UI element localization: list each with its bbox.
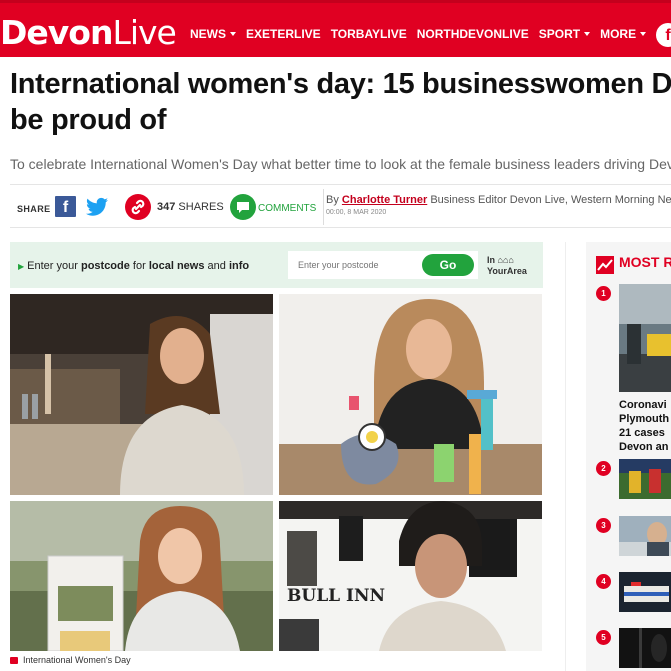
divider — [323, 189, 324, 225]
nav-item-northdevonlive[interactable]: NORTHDEVONLIVE — [417, 27, 529, 41]
twitter-icon — [86, 197, 108, 216]
site-logo[interactable]: DevonLive — [0, 13, 177, 53]
camera-icon — [10, 657, 18, 664]
nav-item-exeterlive[interactable]: EXETERLIVE — [246, 27, 321, 41]
main-nav: NEWS EXETERLIVE TORBAYLIVE NORTHDEVONLIV… — [190, 27, 647, 41]
twitter-share-button[interactable] — [86, 197, 108, 217]
chevron-down-icon — [230, 32, 236, 36]
author-link[interactable]: Charlotte Turner — [342, 194, 427, 206]
photo-baker[interactable] — [10, 501, 273, 651]
house-icon: ⌂⌂⌂ — [497, 255, 514, 265]
article-headline: International women's day: 15 businesswo… — [10, 68, 671, 136]
postcode-widget: ▶ Enter your postcode for local news and … — [10, 242, 543, 288]
photo-cafe-woman[interactable] — [10, 294, 273, 495]
story-thumbnail[interactable] — [619, 284, 671, 392]
nav-item-more[interactable]: MORE — [600, 27, 647, 41]
inyourarea-logo[interactable]: In ⌂⌂⌂ YourArea — [487, 255, 527, 277]
article-standfirst: To celebrate International Women's Day w… — [10, 156, 671, 172]
facebook-icon[interactable]: f — [656, 23, 671, 47]
most-read-story-1[interactable]: Coronavi Plymouth 21 cases Devon an — [619, 398, 669, 454]
logo-light-text: Live — [112, 13, 176, 52]
link-icon — [131, 199, 145, 215]
nav-item-sport[interactable]: SPORT — [539, 27, 591, 41]
story-thumbnail[interactable] — [619, 628, 671, 668]
svg-text:BULL INN: BULL INN — [287, 586, 385, 606]
facebook-share-button[interactable]: f — [55, 196, 76, 217]
site-header: DevonLive NEWS EXETERLIVE TORBAYLIVE NOR… — [0, 0, 671, 57]
share-bar: SHARE f 347 SHARES COMMENTS By Charlotte… — [10, 184, 671, 228]
comments-label[interactable]: COMMENTS — [258, 203, 316, 214]
comments-button[interactable] — [230, 194, 256, 220]
postcode-go-button[interactable]: Go — [422, 254, 474, 276]
share-label: SHARE — [17, 204, 51, 214]
most-read-sidebar: MOST R 1 Coronavi Plymouth 21 cases Devon a… — [586, 242, 671, 671]
arrow-right-icon: ▶ — [18, 262, 25, 271]
copy-link-button[interactable] — [125, 194, 151, 220]
rank-badge: 1 — [596, 286, 611, 301]
byline: By Charlotte Turner Business Editor Devo… — [326, 194, 671, 206]
rank-badge: 2 — [596, 461, 611, 476]
postcode-prompt: ▶ Enter your postcode for local news and … — [18, 260, 250, 272]
nav-item-news[interactable]: NEWS — [190, 27, 236, 41]
story-thumbnail[interactable] — [619, 516, 671, 556]
story-thumbnail[interactable] — [619, 572, 671, 612]
chevron-down-icon — [640, 32, 647, 36]
rank-badge: 5 — [596, 630, 611, 645]
rank-badge: 3 — [596, 518, 611, 533]
story-thumbnail[interactable] — [619, 459, 671, 499]
chevron-down-icon — [584, 32, 591, 36]
comment-icon — [237, 202, 249, 213]
photo-toy-maker[interactable] — [279, 294, 542, 495]
logo-bold-text: Devon — [0, 13, 113, 52]
photo-bull-inn[interactable]: BULL INN — [279, 501, 542, 651]
image-caption: International Women's Day — [10, 655, 131, 665]
publish-date: 00:00, 8 MAR 2020 — [326, 209, 387, 216]
share-count: 347 SHARES — [157, 201, 224, 213]
sidebar-divider — [565, 242, 566, 671]
nav-item-torbaylive[interactable]: TORBAYLIVE — [331, 27, 407, 41]
rank-badge: 4 — [596, 574, 611, 589]
trending-icon — [596, 256, 614, 274]
most-read-title: MOST R — [619, 254, 671, 270]
